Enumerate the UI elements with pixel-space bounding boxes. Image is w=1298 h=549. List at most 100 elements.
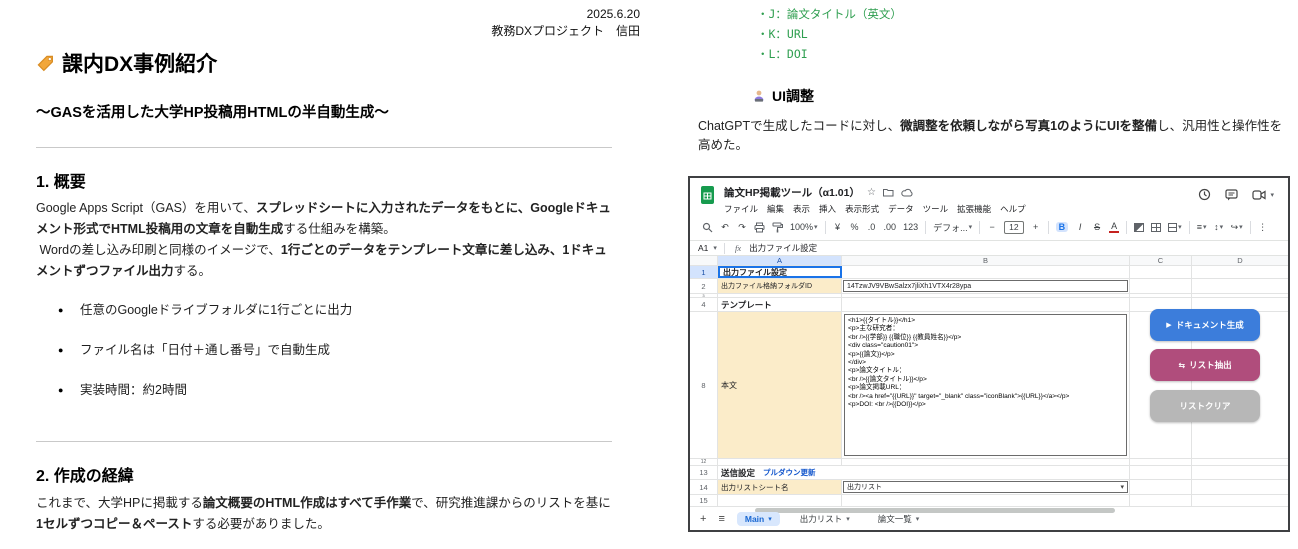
row-header-1[interactable]: 1	[690, 266, 718, 278]
cell-c2[interactable]	[1130, 279, 1192, 293]
name-box[interactable]: A1 ▾	[690, 243, 724, 253]
search-icon[interactable]	[702, 222, 713, 233]
number-format-button[interactable]: 123	[903, 222, 918, 232]
increase-decimal-button[interactable]: .00	[884, 222, 897, 232]
menu-insert[interactable]: 挿入	[819, 203, 836, 215]
row-header-15[interactable]: 15	[690, 495, 718, 506]
cell-a15[interactable]	[718, 495, 842, 506]
strikethrough-button[interactable]: S	[1092, 222, 1102, 232]
column-header-b[interactable]: B	[842, 256, 1130, 265]
menu-tools[interactable]: ツール	[923, 203, 949, 215]
tab-main[interactable]: Main ▾	[736, 512, 780, 526]
toolbar-divider	[1126, 220, 1128, 234]
undo-icon[interactable]: ↶	[720, 222, 730, 233]
cell-d1[interactable]	[1192, 266, 1288, 278]
bold-button[interactable]: B	[1055, 222, 1069, 232]
formula-bar: A1 ▾ fx 出力ファイル設定	[690, 240, 1288, 256]
italic-button[interactable]: I	[1075, 222, 1085, 232]
cell-a14[interactable]: 出力リストシート名	[718, 480, 842, 494]
borders-icon[interactable]	[1151, 222, 1162, 232]
column-header-d[interactable]: D	[1192, 256, 1288, 265]
cloud-status-icon[interactable]	[901, 188, 913, 197]
toolbar-more-button[interactable]: ⋮	[1258, 222, 1268, 233]
spreadsheet-title[interactable]: 論文HP掲載ツール（α1.01）	[724, 185, 860, 200]
menu-extensions[interactable]: 拡張機能	[957, 203, 991, 215]
tab-output-list[interactable]: 出力リスト ▾	[792, 511, 858, 527]
print-icon[interactable]	[754, 222, 765, 233]
zoom-select[interactable]: 100% ▾	[790, 222, 818, 232]
currency-format-button[interactable]: ¥	[833, 222, 843, 232]
row-header-4[interactable]: 4	[690, 298, 718, 311]
cell-c1[interactable]	[1130, 266, 1192, 278]
vertical-align-button[interactable]: ↕ ▾	[1214, 222, 1224, 232]
horizontal-align-button[interactable]: ≡ ▾	[1197, 222, 1207, 232]
cell-d14[interactable]	[1192, 480, 1288, 494]
output-sheet-select[interactable]: 出力リスト ▾	[843, 481, 1128, 493]
cell-d2[interactable]	[1192, 279, 1288, 293]
text-run-bold: 1セルずつコピー＆ペースト	[36, 517, 193, 531]
fx-icon: fx	[735, 243, 742, 253]
cell-b14[interactable]: 出力リスト ▾	[842, 480, 1130, 494]
cell-d15[interactable]	[1192, 495, 1288, 506]
font-select[interactable]: デフォ... ▾	[933, 221, 972, 234]
text-run-bold: 論文概要のHTML作成はすべて手作業	[202, 496, 412, 510]
menu-help[interactable]: ヘルプ	[1000, 203, 1026, 215]
row-header-2[interactable]: 2	[690, 279, 718, 293]
decrease-font-button[interactable]: −	[987, 222, 997, 232]
row-header-8[interactable]: 8	[690, 312, 718, 458]
cell-b4[interactable]	[842, 298, 1130, 311]
row-header-12[interactable]: 12	[690, 459, 718, 465]
row-header-3[interactable]: 3	[690, 294, 718, 297]
move-folder-icon[interactable]	[882, 188, 894, 197]
merge-cells-button[interactable]: ▾	[1168, 222, 1182, 232]
formula-input[interactable]: 出力ファイル設定	[749, 242, 817, 254]
corner-cell[interactable]	[690, 256, 718, 265]
row-header-13[interactable]: 13	[690, 466, 718, 479]
menu-view[interactable]: 表示	[793, 203, 810, 215]
cell-d13[interactable]	[1192, 466, 1288, 479]
increase-font-button[interactable]: +	[1031, 222, 1041, 232]
code-line: ・J：論文タイトル（英文）	[757, 7, 902, 21]
cell-c15[interactable]	[1130, 495, 1192, 506]
star-icon[interactable]: ☆	[867, 187, 876, 198]
percent-format-button[interactable]: %	[850, 222, 860, 232]
generate-document-button[interactable]: ▶ ドキュメント生成	[1150, 309, 1260, 341]
add-sheet-button[interactable]: +	[700, 513, 706, 525]
text-wrap-button[interactable]: ↪ ▾	[1231, 222, 1243, 233]
cell-b1[interactable]	[842, 266, 1130, 278]
comment-icon[interactable]	[1225, 188, 1239, 201]
tab-paper-list[interactable]: 論文一覧 ▾	[870, 511, 928, 527]
cell-b15[interactable]	[842, 495, 1130, 506]
row-14: 14 出力リストシート名 出力リスト ▾	[690, 480, 1288, 495]
cell-a8[interactable]: 本文	[718, 312, 842, 458]
menu-format[interactable]: 表示形式	[845, 203, 879, 215]
all-sheets-button[interactable]: ≡	[718, 513, 724, 525]
cell-a4[interactable]: テンプレート	[718, 298, 842, 311]
meet-button[interactable]: ▾	[1252, 189, 1274, 200]
cell-c13[interactable]	[1130, 466, 1192, 479]
pulldown-update-link[interactable]: プルダウン更新	[763, 467, 816, 478]
decrease-decimal-button[interactable]: .0	[867, 222, 877, 232]
fill-color-icon[interactable]	[1134, 222, 1145, 232]
chevron-down-icon: ▾	[968, 224, 973, 231]
row-header-14[interactable]: 14	[690, 480, 718, 494]
font-size-input[interactable]: 12	[1004, 220, 1024, 234]
cell-c14[interactable]	[1130, 480, 1192, 494]
extract-list-button[interactable]: ⇆ リスト抽出	[1150, 349, 1260, 381]
column-header-c[interactable]: C	[1130, 256, 1192, 265]
paint-format-icon[interactable]	[772, 222, 783, 233]
menu-file[interactable]: ファイル	[724, 203, 758, 215]
redo-icon[interactable]: ↷	[737, 222, 747, 233]
cell-a2[interactable]: 出力ファイル格納フォルダID	[718, 279, 842, 293]
cell-b2[interactable]: 14TzwJV9VBwSalzx7jliXh1VTX4r28ypa	[842, 279, 1130, 293]
sheets-logo-icon	[701, 186, 714, 204]
menu-edit[interactable]: 編集	[767, 203, 784, 215]
clear-list-button[interactable]: リストクリア	[1150, 390, 1260, 422]
text-color-button[interactable]: A	[1109, 221, 1120, 233]
column-header-a[interactable]: A	[718, 256, 842, 265]
cell-a13[interactable]: 送信設定 プルダウン更新	[718, 466, 1130, 479]
cell-a1[interactable]: 出力ファイル設定	[718, 266, 842, 278]
version-history-icon[interactable]	[1198, 188, 1211, 201]
menu-data[interactable]: データ	[888, 203, 914, 215]
cell-b8[interactable]: <h1>{{タイトル}}</h1> <p>主な研究者： <br />{{学部}}…	[842, 312, 1130, 458]
